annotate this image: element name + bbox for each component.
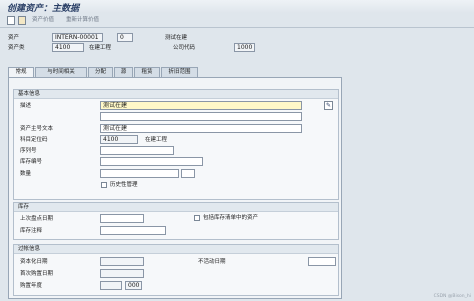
- basic-info-group: 基本信息 描述 测试在建 ✎ 资产主号文本 测试在建 科目定位码 4100 在建…: [13, 89, 339, 200]
- watermark: CSDN @Bison_hi: [433, 294, 471, 299]
- inventory-title: 库存: [14, 203, 338, 212]
- posting-info-group: 过帐信息 资本化日期 不活动日期 首次购置日期 购置年度 000: [13, 244, 339, 296]
- tab-time-dependent[interactable]: 与时间相关: [35, 67, 87, 77]
- acquisition-year-field[interactable]: [100, 281, 122, 290]
- new-doc-icon[interactable]: [7, 16, 15, 25]
- first-acquisition-date-label: 首次购置日期: [20, 271, 54, 277]
- deactivation-date-label: 不活动日期: [198, 259, 226, 265]
- tab-leasing[interactable]: 租赁: [134, 67, 160, 77]
- description-line2-field[interactable]: [100, 112, 302, 121]
- company-code-label: 公司代码: [173, 45, 196, 51]
- asset-class-description: 在建工程: [89, 45, 112, 51]
- description-field[interactable]: 测试在建: [100, 101, 302, 110]
- tab-allocation[interactable]: 分配: [88, 67, 113, 77]
- recalc-value-button[interactable]: 重新计算价值: [66, 16, 99, 25]
- last-count-date-field[interactable]: [100, 214, 144, 223]
- posting-info-title: 过帐信息: [14, 245, 338, 254]
- acquisition-year-label: 购置年度: [20, 283, 43, 289]
- description-label: 描述: [20, 103, 32, 109]
- history-management-label: 历史性管理: [110, 182, 138, 188]
- serial-number-label: 序列号: [20, 148, 37, 154]
- toolbar: 资产价值 重新计算价值: [0, 13, 474, 28]
- inventory-note-label: 库存注释: [20, 228, 43, 234]
- inventory-group: 库存 上次盘点日期 包括库存清单中的资产 库存注释: [13, 202, 339, 240]
- inventory-number-field[interactable]: [100, 157, 203, 166]
- inventory-number-label: 库存编号: [20, 159, 43, 165]
- main-text-label: 资产主号文本: [20, 126, 54, 132]
- last-count-date-label: 上次盘点日期: [20, 216, 54, 222]
- quantity-field[interactable]: [100, 169, 179, 178]
- capitalization-date-field[interactable]: [100, 257, 144, 266]
- include-in-inventory-label: 包括库存清单中的资产: [203, 215, 259, 221]
- acquisition-period-field[interactable]: 000: [125, 281, 142, 290]
- history-management-checkbox[interactable]: [101, 182, 107, 188]
- asset-class-field[interactable]: 4100: [52, 43, 84, 52]
- account-determination-field[interactable]: 4100: [100, 135, 138, 144]
- account-determination-description: 在建工程: [145, 137, 168, 143]
- title-bar: 创建资产：主数据: [0, 0, 474, 14]
- asset-label: 资产: [8, 35, 20, 41]
- company-code-field[interactable]: 1000: [234, 43, 255, 52]
- main-text-field[interactable]: 测试在建: [100, 124, 302, 133]
- asset-description: 测试在建: [165, 35, 188, 41]
- asset-value-button[interactable]: 资产价值: [32, 16, 54, 25]
- include-in-inventory-checkbox[interactable]: [194, 215, 200, 221]
- deactivation-date-field[interactable]: [308, 257, 336, 266]
- first-acquisition-date-field[interactable]: [100, 269, 144, 278]
- basic-info-title: 基本信息: [14, 90, 338, 99]
- capitalization-date-label: 资本化日期: [20, 259, 48, 265]
- tab-origin[interactable]: 源: [114, 67, 133, 77]
- asset-sub-number-field[interactable]: 0: [117, 33, 133, 42]
- account-determination-label: 科目定位码: [20, 137, 48, 143]
- quantity-unit-field[interactable]: [181, 169, 195, 178]
- asset-number-field[interactable]: INTERN-00001: [52, 33, 103, 42]
- tab-panel-general: 基本信息 描述 测试在建 ✎ 资产主号文本 测试在建 科目定位码 4100 在建…: [8, 77, 342, 299]
- long-text-edit-icon[interactable]: ✎: [324, 101, 333, 110]
- inventory-note-field[interactable]: [100, 226, 166, 235]
- copy-doc-icon[interactable]: [18, 16, 26, 25]
- asset-class-label: 资产类: [8, 45, 25, 51]
- quantity-label: 数量: [20, 171, 32, 177]
- tab-depreciation-areas[interactable]: 折旧范围: [161, 67, 198, 77]
- serial-number-field[interactable]: [100, 146, 174, 155]
